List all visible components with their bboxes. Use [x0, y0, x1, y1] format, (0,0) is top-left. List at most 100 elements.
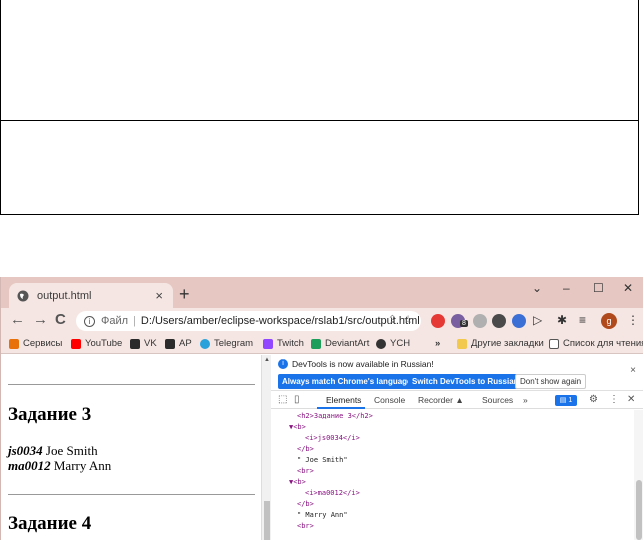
close-notice-icon[interactable]: ×: [630, 365, 636, 376]
telegram-icon: [200, 338, 210, 349]
switch-language-button[interactable]: Switch DevTools to Russian: [408, 374, 523, 389]
inspect-icon[interactable]: ⬚: [278, 394, 287, 405]
folder-icon: [457, 338, 467, 349]
close-tab-icon[interactable]: ×: [155, 288, 163, 303]
divider: [8, 494, 255, 495]
dom-node[interactable]: ▼<b>: [289, 423, 306, 431]
entry-id: js0034: [8, 443, 43, 458]
bookmark-telegram[interactable]: Telegram: [200, 338, 253, 349]
devtools-tabbar: ⬚ ▯ Elements Console Recorder ▲ Sources …: [271, 392, 643, 409]
bookmark-youtube[interactable]: YouTube: [71, 338, 122, 349]
deviantart-icon: [311, 338, 321, 349]
bookmark-deviantart[interactable]: DeviantArt: [311, 338, 369, 349]
ap-icon: [165, 338, 175, 349]
reading-list[interactable]: Список для чтения: [549, 338, 643, 349]
bookmarks-overflow-button[interactable]: »: [435, 338, 440, 349]
dom-node[interactable]: ▼<b>: [289, 478, 306, 486]
match-language-button[interactable]: Always match Chrome's language: [278, 374, 416, 389]
notice-text: DevTools is now available in Russian!: [292, 359, 434, 369]
divider: [8, 384, 255, 385]
play-extension-icon[interactable]: ▷: [533, 313, 542, 327]
page-content: Задание 3 js0034 Joe Smith ma0012 Marry …: [1, 355, 261, 540]
device-toolbar-icon[interactable]: ▯: [294, 394, 300, 405]
dark-extension-icon[interactable]: [492, 314, 506, 328]
entry-name: Joe Smith: [45, 443, 98, 458]
chevron-down-icon[interactable]: ⌄: [532, 281, 542, 295]
address-url[interactable]: D:/Users/amber/eclipse-workspace/rslab1/…: [141, 315, 420, 327]
bookmark-ych[interactable]: YCH: [376, 338, 410, 349]
reload-button[interactable]: C: [55, 311, 66, 328]
adblock-extension-icon[interactable]: [431, 314, 445, 328]
puzzle-icon[interactable]: ✱: [557, 313, 567, 327]
back-button[interactable]: ←: [10, 311, 25, 328]
tab-title: output.html: [37, 289, 92, 302]
media-list-icon[interactable]: ≡: [579, 313, 586, 327]
scroll-up-icon[interactable]: ▲: [264, 357, 270, 363]
maximize-button[interactable]: ☐: [593, 281, 604, 295]
twitch-icon: [263, 338, 273, 349]
bookmark-ap[interactable]: AP: [165, 338, 192, 349]
tab-elements[interactable]: Elements: [326, 395, 361, 405]
dom-node[interactable]: <h2>Задание 3</h2>: [297, 412, 373, 420]
bookmark-other[interactable]: Другие закладки: [457, 338, 544, 349]
menu-icon[interactable]: ⋮: [627, 313, 639, 327]
scroll-thumb[interactable]: [636, 480, 642, 540]
close-devtools-icon[interactable]: ✕: [627, 394, 635, 405]
youtube-icon: [71, 338, 81, 349]
bookmark-star-icon[interactable]: ☆: [403, 314, 413, 326]
dom-node[interactable]: <i>js0034</i>: [305, 434, 360, 442]
reading-list-icon: [549, 338, 559, 349]
new-tab-button[interactable]: +: [179, 285, 190, 303]
tab-console[interactable]: Console: [374, 395, 405, 405]
dom-node[interactable]: <i>ma0012</i>: [305, 489, 360, 497]
devtools-scrollbar[interactable]: [634, 410, 643, 540]
dom-node[interactable]: </b>: [297, 445, 314, 453]
browser-window: output.html × + ⌄ – ☐ ✕ ← → C i Файл | D…: [0, 277, 643, 540]
bookmark-twitch[interactable]: Twitch: [263, 338, 304, 349]
bookmarks-bar: Сервисы YouTube VK AP Telegram Twitch De…: [1, 334, 643, 354]
messages-badge[interactable]: ▤ 1: [555, 395, 577, 406]
forward-button[interactable]: →: [33, 311, 48, 328]
heading-task-4: Задание 4: [8, 513, 92, 534]
tab-recorder[interactable]: Recorder ▲: [418, 395, 464, 405]
dont-show-again-button[interactable]: Don't show again: [515, 374, 587, 389]
extension-badge: 8: [460, 320, 468, 327]
address-separator: |: [133, 315, 136, 327]
list-item: js0034 Joe Smith: [8, 443, 98, 459]
minimize-button[interactable]: –: [563, 281, 570, 295]
address-bar[interactable]: i Файл | D:/Users/amber/eclipse-workspac…: [76, 311, 421, 331]
browser-tab[interactable]: output.html ×: [9, 283, 173, 308]
entry-id: ma0012: [8, 458, 51, 473]
info-icon: i: [278, 359, 288, 369]
profile-avatar[interactable]: g: [601, 313, 617, 329]
ych-icon: [376, 338, 386, 349]
more-options-icon[interactable]: ⋮: [609, 394, 619, 405]
address-scheme: Файл: [101, 315, 129, 327]
scroll-thumb[interactable]: [264, 501, 270, 540]
info-icon[interactable]: i: [84, 315, 95, 327]
m-extension-icon[interactable]: [512, 314, 526, 328]
apps-icon: [9, 338, 19, 349]
more-tabs-button[interactable]: »: [523, 395, 528, 405]
bookmark-services[interactable]: Сервисы: [9, 338, 62, 349]
dom-node[interactable]: <br>: [297, 522, 314, 530]
browser-toolbar: ← → C i Файл | D:/Users/amber/eclipse-wo…: [1, 308, 643, 334]
page-scrollbar[interactable]: ▲: [261, 355, 271, 540]
share-icon[interactable]: ⇪: [388, 314, 397, 326]
settings-gear-icon[interactable]: ⚙: [589, 394, 598, 405]
heading-task-3: Задание 3: [8, 404, 92, 425]
entry-name: Marry Ann: [53, 458, 112, 473]
document-table: [0, 0, 639, 215]
dom-text-node[interactable]: " Marry Ann": [297, 511, 348, 519]
vk-icon: [130, 338, 140, 349]
dom-node[interactable]: </b>: [297, 500, 314, 508]
dom-tree: <h2>Задание 3</h2> ▼<b> <i>js0034</i> </…: [271, 410, 636, 540]
active-tab-indicator: [317, 407, 365, 409]
dom-text-node[interactable]: " Joe Smith": [297, 456, 348, 464]
close-window-button[interactable]: ✕: [623, 281, 633, 295]
dom-node[interactable]: <br>: [297, 467, 314, 475]
circle-extension-icon[interactable]: [473, 314, 487, 328]
title-bar: output.html × + ⌄ – ☐ ✕: [1, 277, 643, 308]
bookmark-vk[interactable]: VK: [130, 338, 157, 349]
tab-sources[interactable]: Sources: [482, 395, 513, 405]
